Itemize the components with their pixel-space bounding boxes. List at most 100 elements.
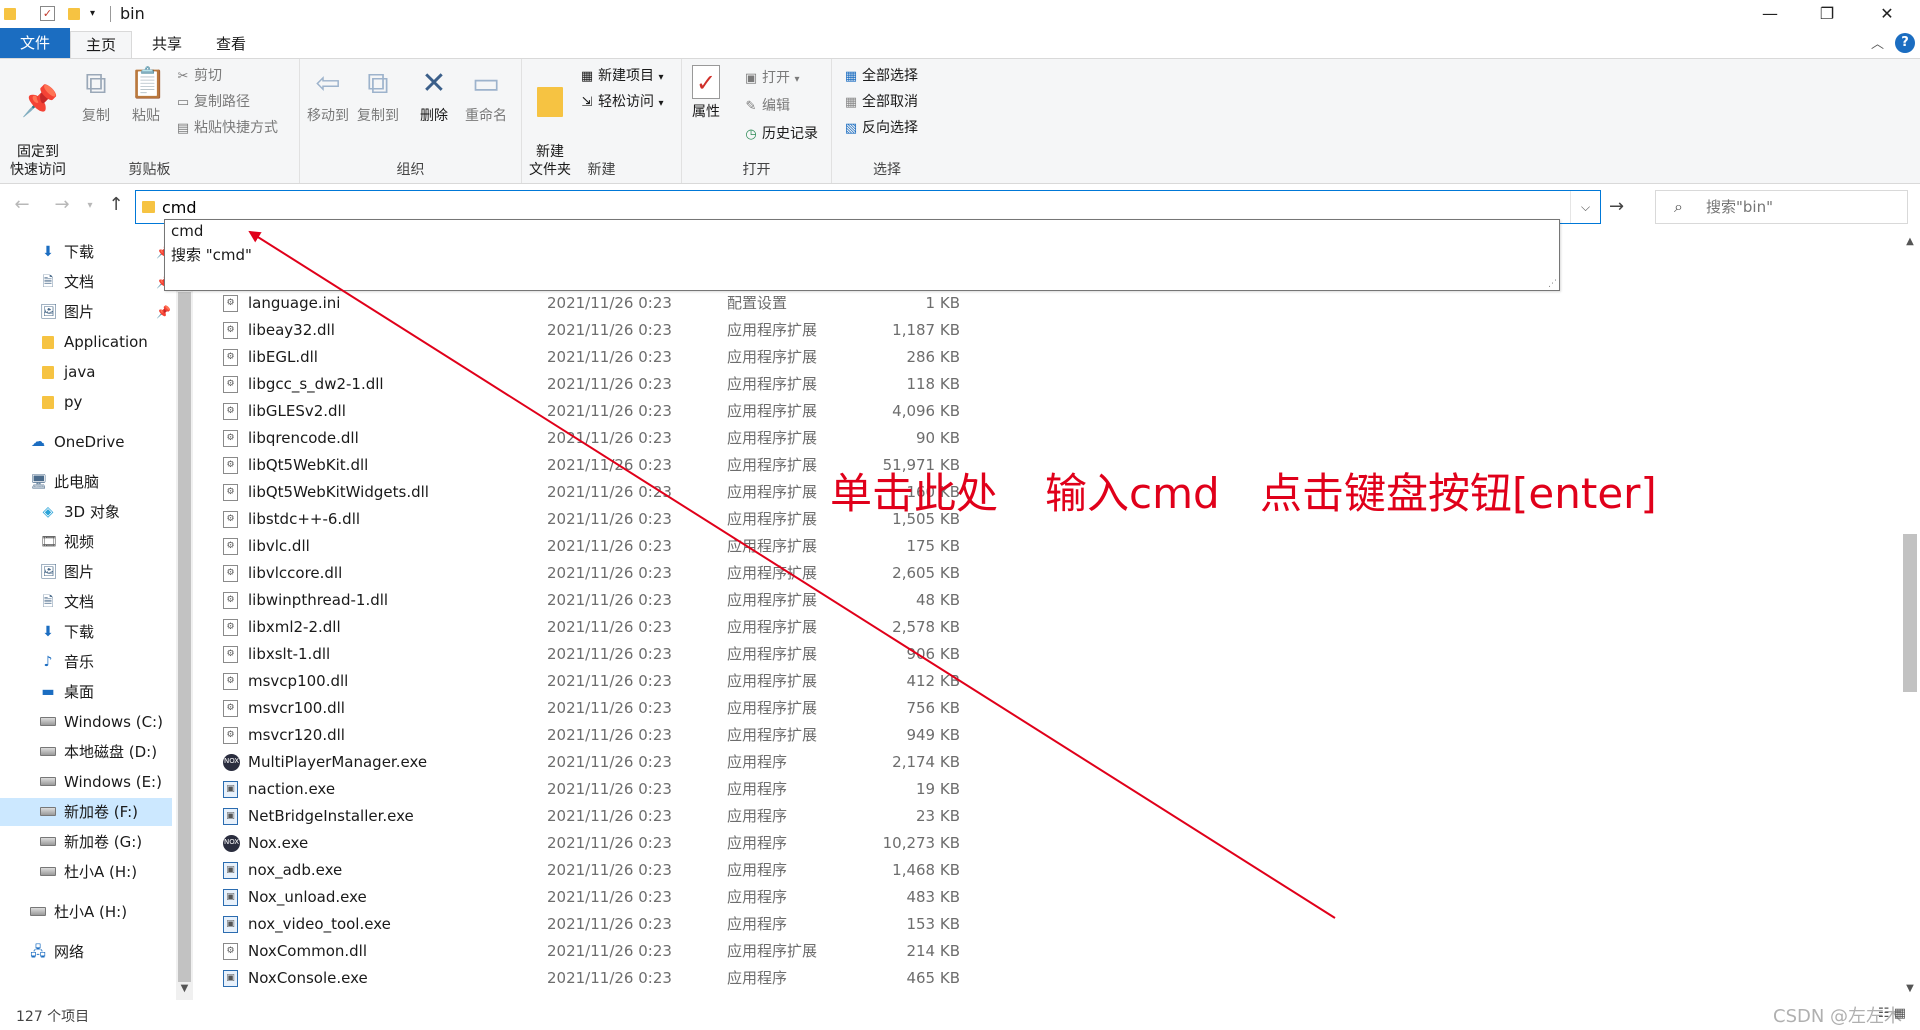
properties-check-icon[interactable]: ✓ <box>40 6 55 21</box>
nav-item[interactable]: 🖼 图片 <box>0 558 172 586</box>
go-arrow-icon[interactable]: → <box>1609 196 1624 217</box>
file-row[interactable]: ⚙ NoxCommon.dll 2021/11/26 0:23 应用程序扩展 214 K… <box>200 938 1000 965</box>
up-arrow-icon[interactable]: ↑ <box>104 194 128 215</box>
file-row[interactable]: NOX MultiPlayerManager.exe 2021/11/26 0:23… <box>200 749 1000 776</box>
file-row[interactable]: ⚙ libwinpthread-1.dll 2021/11/26 0:23 应用程序扩… <box>200 587 1000 614</box>
tab-file[interactable]: 文件 <box>0 28 70 58</box>
customize-toolbar-chevron-icon[interactable]: ▾ <box>90 5 106 23</box>
file-row[interactable]: ⚙ libvlccore.dll 2021/11/26 0:23 应用程序扩展 2,60… <box>200 560 1000 587</box>
nav-item[interactable]: 🗎 文档 <box>0 588 172 616</box>
close-button[interactable]: ✕ <box>1864 0 1910 28</box>
nav-item[interactable]: py <box>0 388 172 416</box>
select-none-button[interactable]: ▦ 全部取消 <box>842 91 918 113</box>
view-toggle-icons[interactable]: ☷ ▦ <box>1878 1006 1906 1021</box>
nav-item[interactable]: 🎞 视频 <box>0 528 172 556</box>
nav-item[interactable]: 杜小A (H:) <box>0 858 172 886</box>
select-all-button[interactable]: ▦ 全部选择 <box>842 65 918 87</box>
forward-arrow-icon[interactable]: → <box>50 194 74 215</box>
cut-button[interactable]: ✂ 剪切 <box>174 65 222 87</box>
file-row[interactable]: ⚙ libGLESv2.dll 2021/11/26 0:23 应用程序扩展 4,096… <box>200 398 1000 425</box>
copy-path-button[interactable]: ▭ 复制路径 <box>174 91 250 113</box>
file-row[interactable]: ⚙ msvcp100.dll 2021/11/26 0:23 应用程序扩展 412 KB <box>200 668 1000 695</box>
move-to-button[interactable]: ⇦ 移动到 <box>304 65 352 125</box>
nav-item[interactable]: Windows (C:) <box>0 708 172 736</box>
address-input[interactable] <box>162 195 1542 219</box>
file-row[interactable]: ▣ nox_video_tool.exe 2021/11/26 0:23 应用程序 15… <box>200 911 1000 938</box>
history-button[interactable]: ◷ 历史记录 <box>742 123 818 145</box>
tab-home[interactable]: 主页 <box>70 31 132 58</box>
rename-button[interactable]: ▭ 重命名 <box>460 65 512 125</box>
tab-view[interactable]: 查看 <box>200 31 262 58</box>
file-row[interactable]: ⚙ msvcr120.dll 2021/11/26 0:23 应用程序扩展 949 KB <box>200 722 1000 749</box>
nav-item[interactable]: Windows (E:) <box>0 768 172 796</box>
nav-item[interactable]: ◈ 3D 对象 <box>0 498 172 526</box>
file-row[interactable]: NOX Nox.exe 2021/11/26 0:23 应用程序 10,273 KB <box>200 830 1000 857</box>
file-row[interactable]: ▣ naction.exe 2021/11/26 0:23 应用程序 19 KB <box>200 776 1000 803</box>
file-row[interactable]: ⚙ libEGL.dll 2021/11/26 0:23 应用程序扩展 286 KB <box>200 344 1000 371</box>
file-row[interactable]: ▣ Nox_unload.exe 2021/11/26 0:23 应用程序 483 KB <box>200 884 1000 911</box>
paste-button[interactable]: 📋 粘贴 <box>124 65 168 125</box>
nav-item[interactable]: ▬ 桌面 <box>0 678 172 706</box>
file-name: libxml2-2.dll <box>248 618 341 636</box>
search-input[interactable] <box>1706 196 1896 218</box>
nav-scrollbar-thumb[interactable] <box>178 292 191 982</box>
open-button[interactable]: ▣ 打开 ▾ <box>742 67 800 89</box>
tab-share[interactable]: 共享 <box>136 31 198 58</box>
nav-item-label: 桌面 <box>64 683 95 701</box>
nav-item[interactable]: ☁ OneDrive <box>0 428 172 456</box>
nav-item[interactable]: 🗎文档📌 <box>0 268 172 296</box>
file-row[interactable]: ⚙ libxml2-2.dll 2021/11/26 0:23 应用程序扩展 2,578… <box>200 614 1000 641</box>
file-row[interactable]: ▣ nox_adb.exe 2021/11/26 0:23 应用程序 1,468 KB <box>200 857 1000 884</box>
file-size: 906 KB <box>906 645 960 663</box>
recent-locations-chevron-icon[interactable]: ▾ <box>78 200 102 211</box>
maximize-button[interactable]: ❐ <box>1804 0 1850 28</box>
file-row[interactable]: ⚙ libqrencode.dll 2021/11/26 0:23 应用程序扩展 90 … <box>200 425 1000 452</box>
copy-button[interactable]: ⧉ 复制 <box>74 65 118 125</box>
file-row[interactable]: ⚙ libeay32.dll 2021/11/26 0:23 应用程序扩展 1,187 … <box>200 317 1000 344</box>
nav-scrollbar[interactable]: ▼ <box>176 232 193 1000</box>
delete-button[interactable]: ✕ 删除 <box>414 65 454 125</box>
invert-selection-button[interactable]: ▧ 反向选择 <box>842 117 918 139</box>
scroll-down-icon[interactable]: ▼ <box>1900 983 1920 994</box>
nav-item[interactable]: 本地磁盘 (D:) <box>0 738 172 766</box>
file-row[interactable]: ⚙ libvlc.dll 2021/11/26 0:23 应用程序扩展 175 KB <box>200 533 1000 560</box>
search-box[interactable]: ⌕ <box>1655 190 1908 224</box>
nav-item[interactable]: ⬇ 下载 <box>0 618 172 646</box>
file-row[interactable]: ⚙ msvcr100.dll 2021/11/26 0:23 应用程序扩展 756 KB <box>200 695 1000 722</box>
nav-item[interactable]: ⬇下载📌 <box>0 238 172 266</box>
nav-item[interactable]: 🖥 此电脑 <box>0 468 172 496</box>
paste-shortcut-button[interactable]: ▤ 粘贴快捷方式 <box>174 117 278 139</box>
file-list-scrollbar[interactable]: ▲ ▼ <box>1900 232 1920 1000</box>
nav-item[interactable]: 新加卷 (G:) <box>0 828 172 856</box>
scroll-up-icon[interactable]: ▲ <box>1900 236 1920 247</box>
scroll-down-icon[interactable]: ▼ <box>176 983 193 994</box>
file-row[interactable]: ⚙ libxslt-1.dll 2021/11/26 0:23 应用程序扩展 906 K… <box>200 641 1000 668</box>
nav-item[interactable]: java <box>0 358 172 386</box>
address-dropdown-chevron-icon[interactable]: ⌵ <box>1570 191 1600 223</box>
nav-item[interactable]: 🖼 图片 📌 <box>0 298 172 326</box>
properties-button[interactable]: ✓ 属性 <box>686 65 726 121</box>
file-row[interactable]: ⚙ libgcc_s_dw2-1.dll 2021/11/26 0:23 应用程序扩展… <box>200 371 1000 398</box>
file-row[interactable]: ▣ NetBridgeInstaller.exe 2021/11/26 0:23 应用… <box>200 803 1000 830</box>
back-arrow-icon[interactable]: ← <box>10 194 34 215</box>
collapse-ribbon-icon[interactable]: ︿ <box>1871 33 1884 52</box>
help-button[interactable]: ? <box>1895 33 1915 53</box>
easy-access-button[interactable]: ⇲ 轻松访问 ▾ <box>578 91 664 113</box>
file-row[interactable]: ▣ NoxConsole.exe 2021/11/26 0:23 应用程序 465 KB <box>200 965 1000 992</box>
nav-item[interactable]: 杜小A (H:) <box>0 898 172 926</box>
new-item-button[interactable]: ▦ 新建项目 ▾ <box>578 65 664 87</box>
file-row[interactable]: ⚙ language.ini 2021/11/26 0:23 配置设置 1 KB <box>200 290 1000 317</box>
new-folder-icon[interactable] <box>68 5 84 23</box>
file-list-scrollbar-thumb[interactable] <box>1903 534 1917 692</box>
nav-item[interactable]: 🖧 网络 <box>0 938 172 966</box>
resize-grip-icon[interactable]: ⋰ <box>1548 279 1557 289</box>
minimize-button[interactable]: — <box>1747 0 1793 28</box>
nav-item[interactable]: Application <box>0 328 172 356</box>
edit-button[interactable]: ✎ 编辑 <box>742 95 790 117</box>
copy-to-button[interactable]: ⧉ 复制到 <box>354 65 402 125</box>
nav-item[interactable]: ♪ 音乐 <box>0 648 172 676</box>
autocomplete-item[interactable]: cmd <box>171 222 203 240</box>
autocomplete-item[interactable]: 搜索 "cmd" <box>171 244 252 265</box>
dll-file-icon: ⚙ <box>223 700 238 717</box>
nav-item[interactable]: 新加卷 (F:) <box>0 798 172 826</box>
